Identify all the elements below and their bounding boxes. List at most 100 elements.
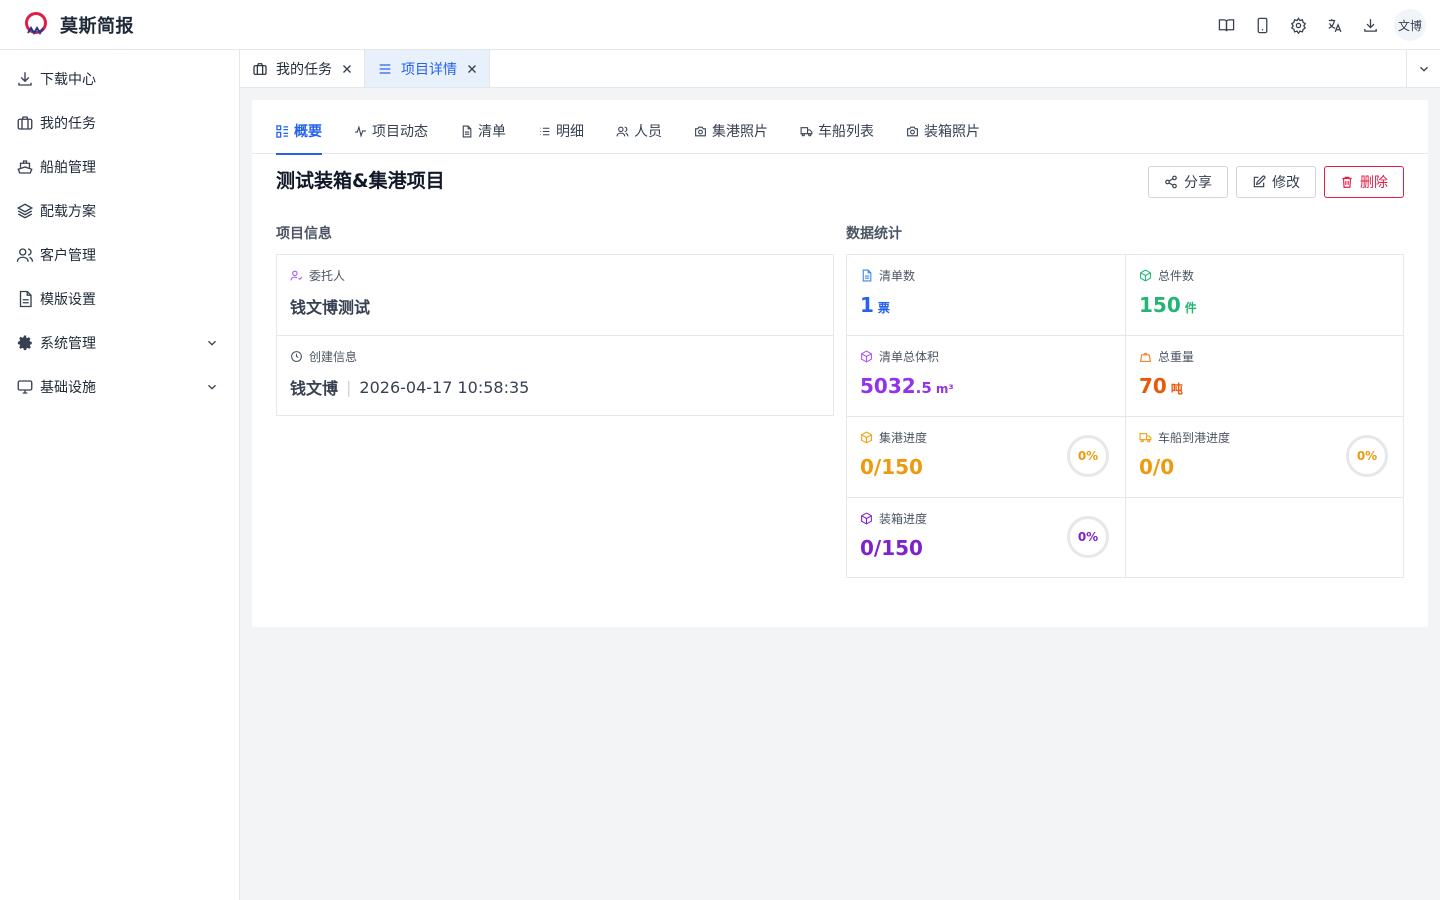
gear-icon xyxy=(16,334,34,352)
sidebar-item-system-management[interactable]: 系统管理 xyxy=(0,321,239,365)
logo[interactable]: 莫斯简报 xyxy=(22,11,134,39)
list-icon xyxy=(538,125,551,138)
gear-icon[interactable] xyxy=(1280,7,1316,43)
download-icon xyxy=(16,70,34,88)
subtab-overview[interactable]: 概要 xyxy=(276,100,322,155)
subtab-bar: 概要 项目动态 清单 明细 人员 集港照片 车船列表 装箱照片 xyxy=(252,100,1428,155)
chevron-down-icon xyxy=(1417,62,1431,76)
dashboard-icon xyxy=(276,124,289,138)
stat-unit: 吨 xyxy=(1170,382,1183,396)
project-title: 测试装箱&集港项目 xyxy=(276,170,445,192)
project-info-panel: 委托人 钱文博测试 创建信息 钱文博 | 2026-04-17 10:58:35 xyxy=(276,254,834,416)
subtab-packing-photos[interactable]: 装箱照片 xyxy=(906,100,980,154)
ship-icon xyxy=(16,158,34,176)
sidebar-item-infrastructure[interactable]: 基础设施 xyxy=(0,365,239,409)
stat-value: 5032 xyxy=(860,374,916,398)
cube-icon xyxy=(1139,269,1152,282)
stat-label: 集港进度 xyxy=(879,431,928,445)
sidebar-item-label: 配载方案 xyxy=(40,204,96,220)
stat-label: 总重量 xyxy=(1158,350,1195,364)
book-icon[interactable] xyxy=(1208,7,1244,43)
camera-icon xyxy=(694,125,707,138)
stat-value: 1 xyxy=(860,293,874,317)
edit-icon xyxy=(1252,175,1266,189)
client-label: 委托人 xyxy=(309,269,346,283)
tab-project-detail[interactable]: 项目详情 xyxy=(365,50,490,87)
close-icon[interactable] xyxy=(342,64,352,74)
stat-label: 装箱进度 xyxy=(879,512,928,526)
created-label: 创建信息 xyxy=(309,350,358,364)
subtab-details[interactable]: 明细 xyxy=(538,100,584,154)
edit-label: 修改 xyxy=(1272,175,1300,191)
subtab-port-photos[interactable]: 集港照片 xyxy=(694,100,768,154)
progress-percent: 0% xyxy=(1077,449,1099,463)
stat-value: 0/0 xyxy=(1139,455,1175,479)
delete-label: 删除 xyxy=(1360,175,1388,191)
project-card: 概要 项目动态 清单 明细 人员 集港照片 车船列表 装箱照片 测试装箱&集港项… xyxy=(252,100,1428,627)
stat-value: 0/150 xyxy=(860,536,923,560)
translate-icon[interactable] xyxy=(1316,7,1352,43)
sidebar-item-my-tasks[interactable]: 我的任务 xyxy=(0,101,239,145)
close-icon[interactable] xyxy=(467,64,477,74)
project-info-heading: 项目信息 xyxy=(276,226,332,242)
briefcase-icon xyxy=(16,114,34,132)
sidebar-item-customer-management[interactable]: 客户管理 xyxy=(0,233,239,277)
sidebar-item-label: 船舶管理 xyxy=(40,160,96,176)
sidebar-item-download-center[interactable]: 下载中心 xyxy=(0,57,239,101)
document-icon xyxy=(860,269,873,282)
logo-icon xyxy=(22,11,50,39)
menu-icon xyxy=(377,61,393,77)
tab-bar: 我的任务 项目详情 xyxy=(240,50,1440,88)
delete-button[interactable]: 删除 xyxy=(1324,166,1404,198)
sidebar-item-label: 我的任务 xyxy=(40,116,96,132)
tab-my-tasks[interactable]: 我的任务 xyxy=(240,50,365,87)
users-icon xyxy=(616,125,629,138)
stat-label: 总件数 xyxy=(1158,269,1195,283)
stat-label: 清单总体积 xyxy=(879,350,940,364)
subtab-manifest[interactable]: 清单 xyxy=(460,100,506,154)
document-icon xyxy=(16,290,34,308)
briefcase-icon xyxy=(252,61,268,77)
stat-total-pieces: 总件数 150 件 xyxy=(1126,255,1404,336)
data-stats-heading: 数据统计 xyxy=(846,226,902,242)
subtab-personnel[interactable]: 人员 xyxy=(616,100,662,154)
sidebar-item-template-settings[interactable]: 模版设置 xyxy=(0,277,239,321)
subtab-label: 装箱照片 xyxy=(924,124,980,140)
subtab-label: 明细 xyxy=(556,124,584,140)
share-icon xyxy=(1164,175,1178,189)
share-button[interactable]: 分享 xyxy=(1148,166,1228,198)
avatar[interactable]: 文博 xyxy=(1394,9,1426,41)
download-icon[interactable] xyxy=(1352,7,1388,43)
subtab-label: 项目动态 xyxy=(372,124,428,140)
edit-button[interactable]: 修改 xyxy=(1236,166,1316,198)
camera-icon xyxy=(906,125,919,138)
tab-label: 项目详情 xyxy=(401,61,457,78)
tab-dropdown-button[interactable] xyxy=(1406,50,1440,87)
top-bar: 莫斯简报 文博 xyxy=(0,0,1440,50)
stat-port-progress: 集港进度 0/150 0% xyxy=(847,417,1126,498)
created-row: 创建信息 钱文博 | 2026-04-17 10:58:35 xyxy=(277,336,833,417)
tab-label: 我的任务 xyxy=(276,61,332,78)
sidebar-item-label: 系统管理 xyxy=(40,336,96,352)
sidebar-item-label: 下载中心 xyxy=(40,72,96,88)
separator: | xyxy=(346,377,352,397)
stat-total-weight: 总重量 70 吨 xyxy=(1126,336,1404,417)
stat-empty-cell xyxy=(1126,498,1404,578)
subtab-activity[interactable]: 项目动态 xyxy=(354,100,428,154)
stat-unit: 件 xyxy=(1184,301,1197,315)
sidebar-item-ship-management[interactable]: 船舶管理 xyxy=(0,145,239,189)
sidebar-item-label: 基础设施 xyxy=(40,380,96,396)
project-actions: 分享 修改 删除 xyxy=(1140,166,1404,198)
subtab-label: 集港照片 xyxy=(712,124,768,140)
document-icon xyxy=(460,125,473,138)
stat-packing-progress: 装箱进度 0/150 0% xyxy=(847,498,1126,578)
progress-percent: 0% xyxy=(1077,530,1099,544)
stat-total-volume: 清单总体积 5032.5 m³ xyxy=(847,336,1126,417)
tablet-icon[interactable] xyxy=(1244,7,1280,43)
user-check-icon xyxy=(290,269,303,282)
cube-icon xyxy=(860,512,873,525)
subtab-vehicle-list[interactable]: 车船列表 xyxy=(800,100,874,154)
stat-value-decimal: .5 xyxy=(915,379,932,397)
sidebar-item-stowage-plan[interactable]: 配载方案 xyxy=(0,189,239,233)
clock-icon xyxy=(290,350,303,363)
